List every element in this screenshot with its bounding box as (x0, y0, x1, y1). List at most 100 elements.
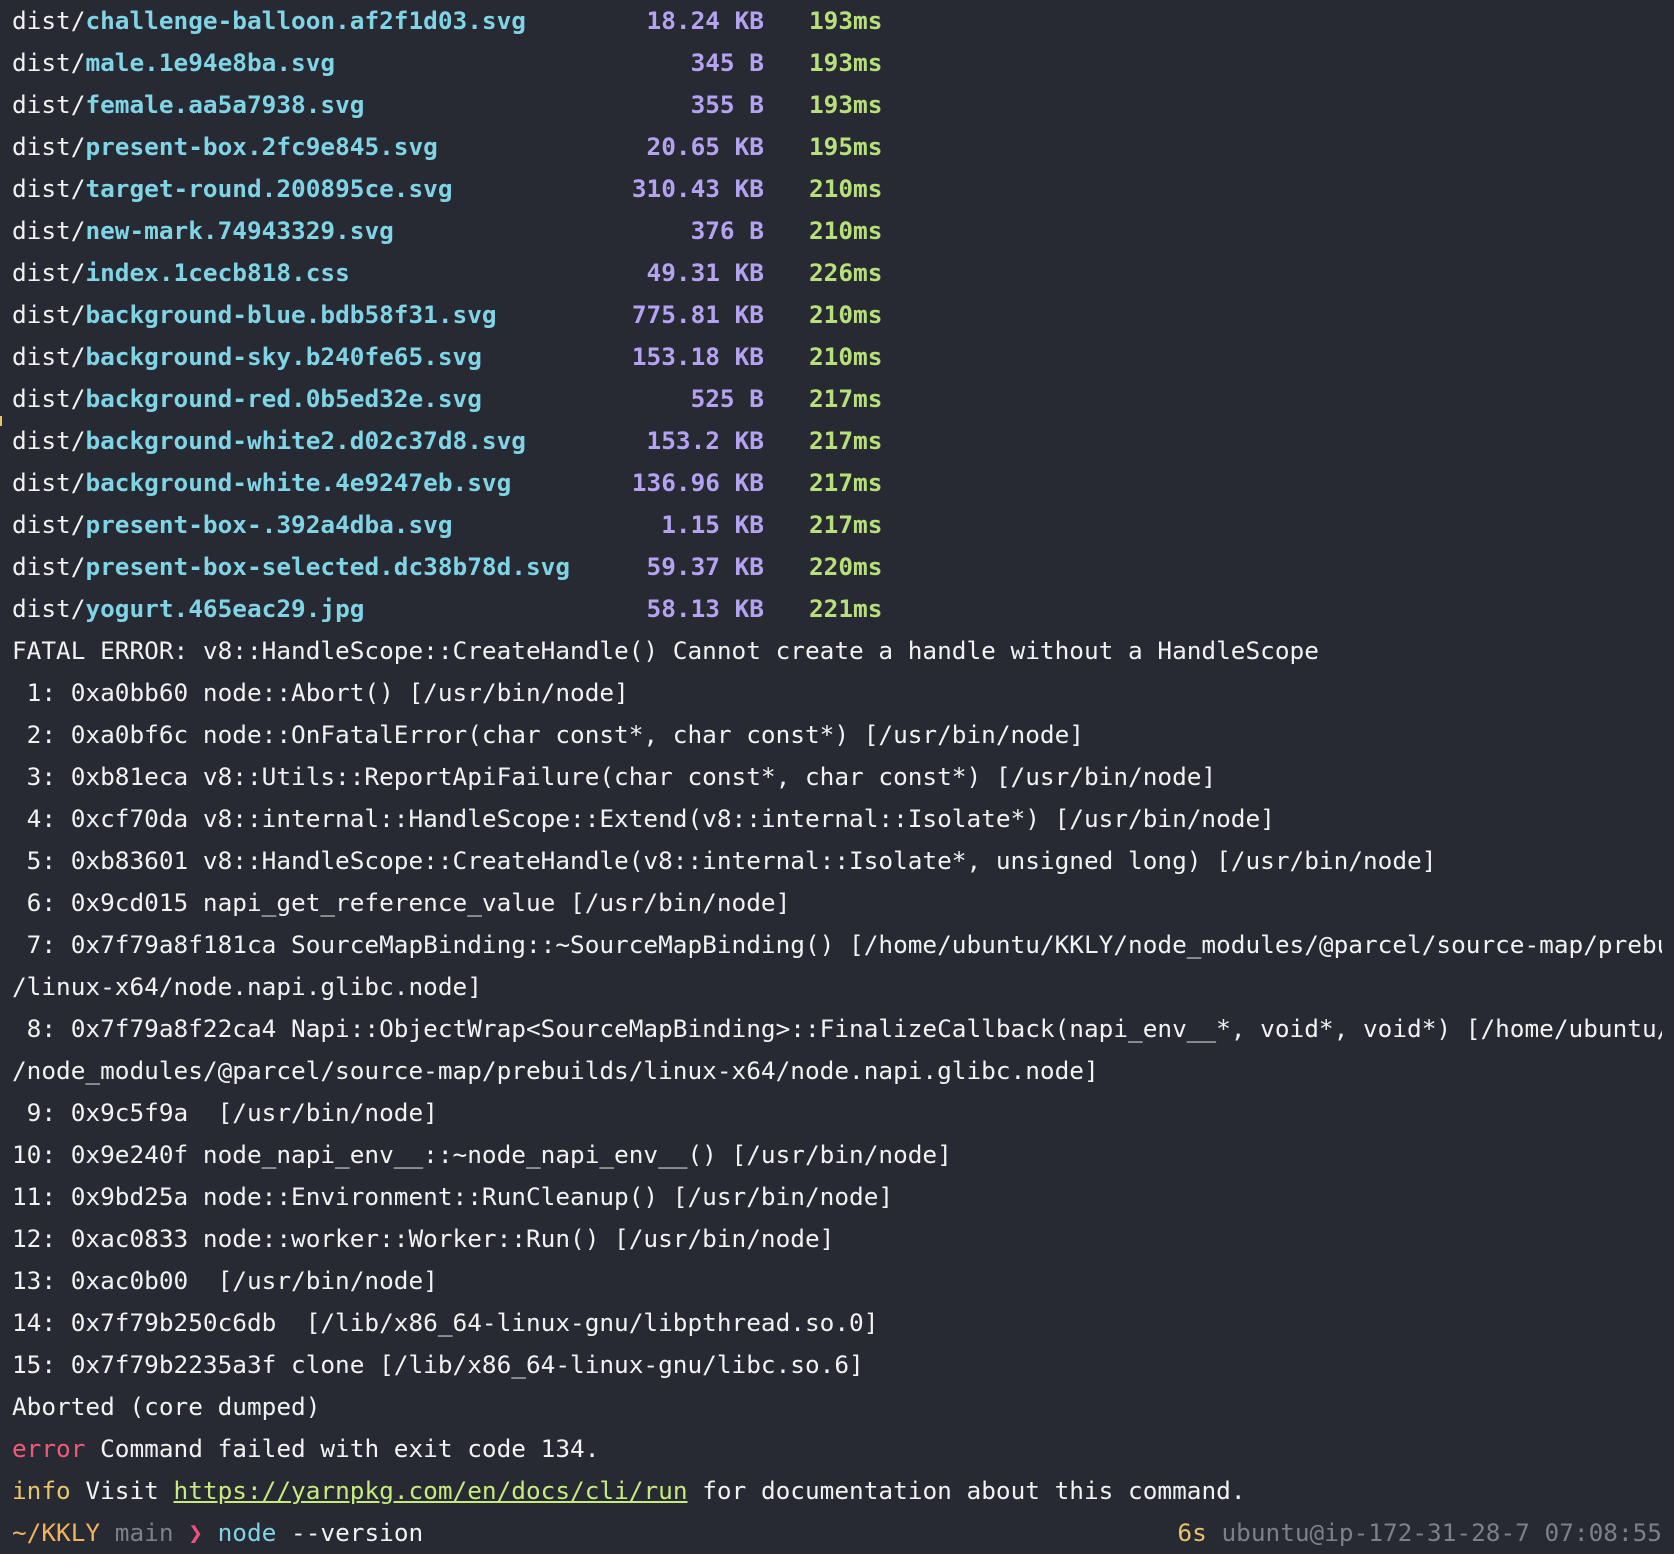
stack-trace-output: FATAL ERROR: v8::HandleScope::CreateHand… (12, 630, 1662, 1428)
prompt-right-status: 6s ubuntu@ip-172-31-28-7 07:08:55 (1177, 1512, 1662, 1554)
asset-build-time: 210ms (809, 342, 883, 371)
asset-dir-prefix: dist/ (12, 258, 86, 287)
asset-size: 20.65 KB (646, 132, 764, 161)
error-tag: error (12, 1434, 86, 1463)
asset-size: 525 B (690, 384, 764, 413)
asset-filename: yogurt.465eac29.jpg (85, 594, 365, 623)
asset-size: 345 B (690, 48, 764, 77)
asset-dir-prefix: dist/ (12, 342, 86, 371)
asset-row: dist/target-round.200895ce.svg 310.43 KB 2… (12, 168, 1662, 210)
asset-build-time: 217ms (809, 468, 883, 497)
asset-size: 775.81 KB (631, 300, 764, 329)
docs-link[interactable]: https://yarnpkg.com/en/docs/cli/run (174, 1476, 688, 1505)
asset-dir-prefix: dist/ (12, 216, 86, 245)
prompt-argument[interactable]: --version (291, 1518, 423, 1547)
asset-size: 355 B (690, 90, 764, 119)
asset-row: dist/male.1e94e8ba.svg 345 B 193ms (12, 42, 1662, 84)
asset-dir-prefix: dist/ (12, 174, 86, 203)
asset-row: dist/background-sky.b240fe65.svg 153.18 K… (12, 336, 1662, 378)
prompt-chevron-icon: ❯ (188, 1518, 203, 1547)
asset-dir-prefix: dist/ (12, 468, 86, 497)
asset-dir-prefix: dist/ (12, 48, 86, 77)
asset-size: 136.96 KB (631, 468, 764, 497)
output-line: 13: 0xac0b00 [/usr/bin/node] (12, 1266, 438, 1295)
asset-row: dist/challenge-balloon.af2f1d03.svg 18.24… (12, 0, 1662, 42)
output-line: 15: 0x7f79b2235a3f clone [/lib/x86_64-li… (12, 1350, 864, 1379)
asset-filename: present-box-.392a4dba.svg (85, 510, 453, 539)
info-tag: info (12, 1476, 71, 1505)
asset-size: 18.24 KB (646, 6, 764, 35)
output-line: 1: 0xa0bb60 node::Abort() [/usr/bin/node… (12, 678, 629, 707)
asset-dir-prefix: dist/ (12, 132, 86, 161)
asset-build-time: 193ms (809, 6, 883, 35)
asset-size: 376 B (690, 216, 764, 245)
output-line: 10: 0x9e240f node_napi_env__::~node_napi… (12, 1140, 952, 1169)
asset-row: dist/present-box-selected.dc38b78d.svg 59… (12, 546, 1662, 588)
asset-dir-prefix: dist/ (12, 510, 86, 539)
output-line: 3: 0xb81eca v8::Utils::ReportApiFailure(… (12, 762, 1217, 791)
asset-size: 1.15 KB (661, 510, 764, 539)
asset-size: 49.31 KB (646, 258, 764, 287)
asset-filename: target-round.200895ce.svg (85, 174, 453, 203)
asset-size: 153.2 KB (646, 426, 764, 455)
output-line: 4: 0xcf70da v8::internal::HandleScope::E… (12, 804, 1275, 833)
asset-build-time: 217ms (809, 510, 883, 539)
info-line: info Visit https://yarnpkg.com/en/docs/c… (12, 1470, 1662, 1512)
output-line: 8: 0x7f79a8f22ca4 Napi::ObjectWrap<Sourc… (12, 1014, 1662, 1043)
asset-dir-prefix: dist/ (12, 426, 86, 455)
prompt-command[interactable]: node (218, 1518, 277, 1547)
asset-row: dist/present-box.2fc9e845.svg 20.65 KB 195… (12, 126, 1662, 168)
asset-size: 59.37 KB (646, 552, 764, 581)
prompt-cwd: ~/KKLY (12, 1518, 101, 1547)
asset-build-time: 193ms (809, 48, 883, 77)
asset-build-time: 220ms (809, 552, 883, 581)
asset-row: dist/yogurt.465eac29.jpg 58.13 KB 221ms (12, 588, 1662, 630)
asset-dir-prefix: dist/ (12, 6, 86, 35)
output-line: 14: 0x7f79b250c6db [/lib/x86_64-linux-gn… (12, 1308, 879, 1337)
prompt-host: ubuntu@ip-172-31-28-7 (1221, 1518, 1530, 1547)
asset-filename: present-box.2fc9e845.svg (85, 132, 438, 161)
terminal-output[interactable]: dist/challenge-balloon.af2f1d03.svg 18.24… (12, 0, 1662, 1554)
output-line: /linux-x64/node.napi.glibc.node] (12, 972, 482, 1001)
shell-prompt[interactable]: ~/KKLY main ❯ node --version 6s ubuntu@ip… (12, 1512, 1662, 1554)
asset-list: dist/challenge-balloon.af2f1d03.svg 18.24… (12, 0, 1662, 630)
asset-row: dist/index.1cecb818.css 49.31 KB 226ms (12, 252, 1662, 294)
asset-build-time: 226ms (809, 258, 883, 287)
error-message: Command failed with exit code 134. (85, 1434, 600, 1463)
asset-row: dist/background-white2.d02c37d8.svg 153.2… (12, 420, 1662, 462)
output-line: 12: 0xac0833 node::worker::Worker::Run()… (12, 1224, 835, 1253)
asset-size: 58.13 KB (646, 594, 764, 623)
asset-row: dist/female.aa5a7938.svg 355 B 193ms (12, 84, 1662, 126)
asset-build-time: 210ms (809, 174, 883, 203)
error-line: error Command failed with exit code 134. (12, 1428, 1662, 1470)
asset-dir-prefix: dist/ (12, 552, 86, 581)
output-line: Aborted (core dumped) (12, 1392, 321, 1421)
info-text-after: for documentation about this command. (687, 1476, 1246, 1505)
asset-build-time: 210ms (809, 300, 883, 329)
asset-filename: female.aa5a7938.svg (85, 90, 365, 119)
output-line: 9: 0x9c5f9a [/usr/bin/node] (12, 1098, 438, 1127)
prompt-git-branch: main (114, 1518, 174, 1547)
asset-row: dist/new-mark.74943329.svg 376 B 210ms (12, 210, 1662, 252)
asset-row: dist/background-white.4e9247eb.svg 136.96… (12, 462, 1662, 504)
asset-dir-prefix: dist/ (12, 594, 86, 623)
asset-dir-prefix: dist/ (12, 90, 86, 119)
asset-dir-prefix: dist/ (12, 300, 86, 329)
asset-build-time: 217ms (809, 384, 883, 413)
asset-row: dist/background-blue.bdb58f31.svg 775.81 … (12, 294, 1662, 336)
output-line: 7: 0x7f79a8f181ca SourceMapBinding::~Sou… (12, 930, 1662, 959)
asset-build-time: 195ms (809, 132, 883, 161)
asset-build-time: 217ms (809, 426, 883, 455)
output-line: FATAL ERROR: v8::HandleScope::CreateHand… (12, 636, 1319, 665)
asset-filename: male.1e94e8ba.svg (85, 48, 336, 77)
asset-build-time: 221ms (809, 594, 883, 623)
output-line: /node_modules/@parcel/source-map/prebuil… (12, 1056, 1099, 1085)
output-line: 11: 0x9bd25a node::Environment::RunClean… (12, 1182, 894, 1211)
prompt-duration: 6s (1177, 1518, 1207, 1547)
asset-filename: index.1cecb818.css (85, 258, 350, 287)
output-line: 2: 0xa0bf6c node::OnFatalError(char cons… (12, 720, 1084, 749)
scroll-marker (0, 416, 2, 426)
output-line: 5: 0xb83601 v8::HandleScope::CreateHandl… (12, 846, 1437, 875)
asset-size: 310.43 KB (631, 174, 764, 203)
asset-build-time: 210ms (809, 216, 883, 245)
